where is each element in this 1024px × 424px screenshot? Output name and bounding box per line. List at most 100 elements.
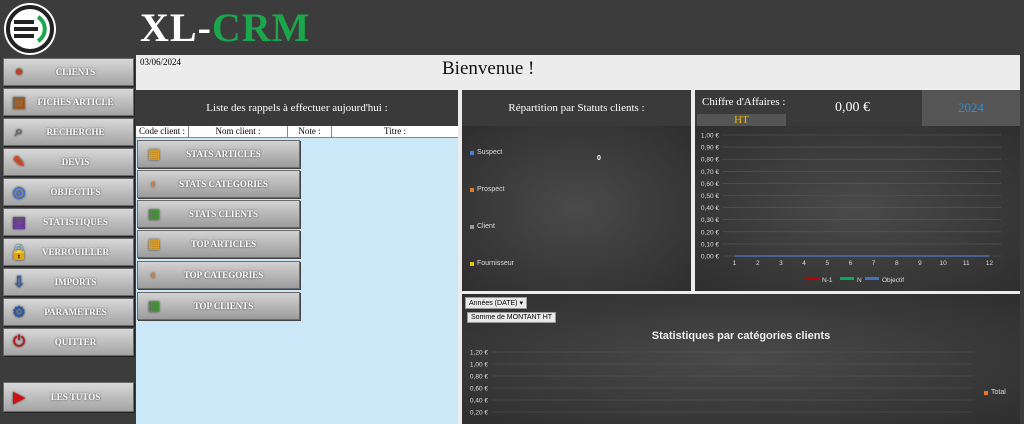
stat-button-label: TOP CLIENTS: [193, 301, 254, 311]
stat-button-top-clients[interactable]: ▥ TOP CLIENTS: [137, 292, 300, 320]
y-tick-label: 0,40 €: [470, 398, 488, 405]
sidebar-button-label: QUITTER: [54, 337, 97, 347]
sidebar-button-label: DEVIS: [61, 157, 90, 167]
x-tick-label: 9: [918, 260, 922, 267]
col-nom-client[interactable]: Nom client :: [189, 126, 288, 137]
ca-year[interactable]: 2024: [922, 90, 1020, 126]
sidebar-button-label: OBJECTIFS: [50, 187, 101, 197]
sidebar-button-les-tutos[interactable]: ▶ LES TUTOS: [3, 382, 134, 412]
articles-icon: ▦: [147, 146, 161, 161]
legend-swatch: [984, 390, 988, 395]
legend-label: N: [857, 277, 862, 284]
repartition-title: Répartition par Statuts clients :: [462, 90, 691, 126]
x-tick-label: 6: [849, 260, 853, 267]
bar-chart-icon: ▥: [147, 298, 161, 313]
app-title: XL-CRM: [140, 4, 310, 51]
stat-button-label: TOP ARTICLES: [190, 239, 257, 249]
category-bar-chart: 1,20 € 1,00 € 0,80 € 0,60 € 0,40 € 0,20 €: [470, 350, 972, 417]
y-tick-label: 0,60 €: [701, 181, 719, 188]
stat-button-stats-articles[interactable]: ▦ STATS ARTICLES: [137, 140, 300, 168]
welcome-title: Bienvenue !: [442, 58, 535, 79]
ca-chart: 1,00 € 0,90 € 0,80 € 0,70 € 0,60 € 0,50 € 0,40…: [695, 126, 1020, 291]
stat-button-stats-clients[interactable]: ▥ STATS CLIENTS: [137, 200, 300, 228]
stat-button-label: TOP CATEGORIES: [183, 270, 264, 280]
sidebar-button-label: PARAMETRES: [44, 307, 107, 317]
exit-icon: ⏻: [13, 334, 25, 350]
stat-button-top-articles[interactable]: ▦ TOP ARTICLES: [137, 230, 300, 258]
x-tick-label: 5: [825, 260, 829, 267]
stat-button-top-categories[interactable]: ◐ TOP CATEGORIES: [137, 261, 300, 289]
col-note[interactable]: Note :: [288, 126, 332, 137]
app-title-suffix: CRM: [211, 5, 311, 50]
sidebar-button-quitter[interactable]: ⏻ QUITTER: [3, 328, 134, 356]
legend-swatch: [470, 150, 474, 155]
stat-button-stats-categories[interactable]: ◐ STATS CATEGORIES: [137, 170, 300, 198]
x-tick-label: 4: [802, 260, 806, 267]
box-icon: ▣: [11, 94, 27, 111]
ca-ht: HT: [697, 114, 786, 126]
y-tick-label: 0,30 €: [701, 217, 719, 224]
pie-center-value: 0: [597, 155, 601, 162]
y-tick-label: 0,40 €: [701, 205, 719, 212]
client-icon: ●: [14, 63, 24, 80]
legend-prospect: Prospect: [470, 186, 505, 193]
legend-suspect: Suspect: [470, 149, 502, 156]
sidebar-button-imports[interactable]: ⇩ IMPORTS: [3, 268, 134, 296]
sidebar-button-devis[interactable]: ✎ DEVIS: [3, 148, 134, 176]
col-code-client[interactable]: Code client :: [136, 126, 189, 137]
legend-client: Client: [470, 223, 495, 230]
col-titre[interactable]: Titre :: [332, 126, 458, 137]
sidebar-button-label: IMPORTS: [54, 277, 97, 287]
logo-icon: [6, 5, 54, 53]
y-tick-label: 0,80 €: [470, 374, 488, 381]
sidebar-button-label: RECHERCHE: [46, 127, 105, 137]
y-tick-label: 0,60 €: [470, 386, 488, 393]
legend-label: Fournisseur: [477, 260, 514, 267]
y-tick-label: 0,90 €: [701, 145, 719, 152]
legend-swatch: [470, 261, 474, 266]
sidebar-button-label: VERROUILLER: [41, 247, 109, 257]
legend-label: N-1: [822, 277, 833, 284]
y-tick-label: 0,20 €: [701, 229, 719, 236]
legend-swatch: [840, 277, 854, 280]
import-icon: ⇩: [12, 274, 26, 291]
sidebar-button-fiches-article[interactable]: ▣ FICHES ARTICLE: [3, 88, 134, 116]
y-tick-label: 0,20 €: [470, 410, 488, 417]
target-icon: ◎: [12, 184, 26, 201]
youtube-icon: ▶: [13, 389, 25, 406]
legend-label: Objectif: [882, 277, 904, 284]
sidebar-button-objectifs[interactable]: ◎ OBJECTIFS: [3, 178, 134, 206]
legend-swatch: [865, 277, 879, 280]
pie-icon: ◐: [150, 267, 158, 282]
x-tick-label: 11: [963, 260, 970, 267]
pie-icon: ◐: [150, 176, 158, 191]
sidebar-button-verrouiller[interactable]: 🔒 VERROUILLER: [3, 238, 134, 266]
y-tick-label: 0,00 €: [701, 254, 719, 261]
category-chart-panel: Années (DATE) ▾ Somme de MONTANT HT Stat…: [462, 294, 1020, 424]
settings-icon: ⚙: [12, 304, 26, 321]
lock-icon: 🔒: [9, 244, 29, 261]
sidebar-button-statistiques[interactable]: ▤ STATISTIQUES: [3, 208, 134, 236]
y-tick-label: 1,00 €: [701, 133, 719, 140]
stat-button-label: STATS ARTICLES: [186, 149, 261, 159]
legend-label: Total: [991, 389, 1006, 396]
sidebar-button-recherche[interactable]: ⌕ RECHERCHE: [3, 118, 134, 146]
x-tick-label: 8: [895, 260, 899, 267]
rappels-columns: Code client : Nom client : Note : Titre …: [136, 126, 458, 138]
ca-value: 0,00 €: [835, 100, 870, 115]
bar-chart-icon: ▥: [147, 206, 161, 221]
sidebar-button-label: FICHES ARTICLE: [37, 97, 114, 107]
x-tick-label: 7: [872, 260, 876, 267]
stat-button-label: STATS CLIENTS: [189, 209, 258, 219]
sidebar-button-label: LES TUTOS: [50, 392, 101, 402]
legend-label: Suspect: [477, 149, 503, 156]
sidebar-button-parametres[interactable]: ⚙ PARAMETRES: [3, 298, 134, 326]
sidebar-button-label: STATISTIQUES: [43, 217, 108, 227]
y-tick-label: 1,20 €: [470, 350, 488, 357]
app-title-prefix: XL-: [140, 5, 212, 50]
x-tick-label: 1: [733, 260, 737, 267]
articles-icon: ▦: [147, 236, 161, 251]
current-date: 03/06/2024: [140, 57, 182, 67]
rappels-title: Liste des rappels à effectuer aujourd'hu…: [136, 90, 458, 126]
sidebar-button-clients[interactable]: ● CLIENTS: [3, 58, 134, 86]
